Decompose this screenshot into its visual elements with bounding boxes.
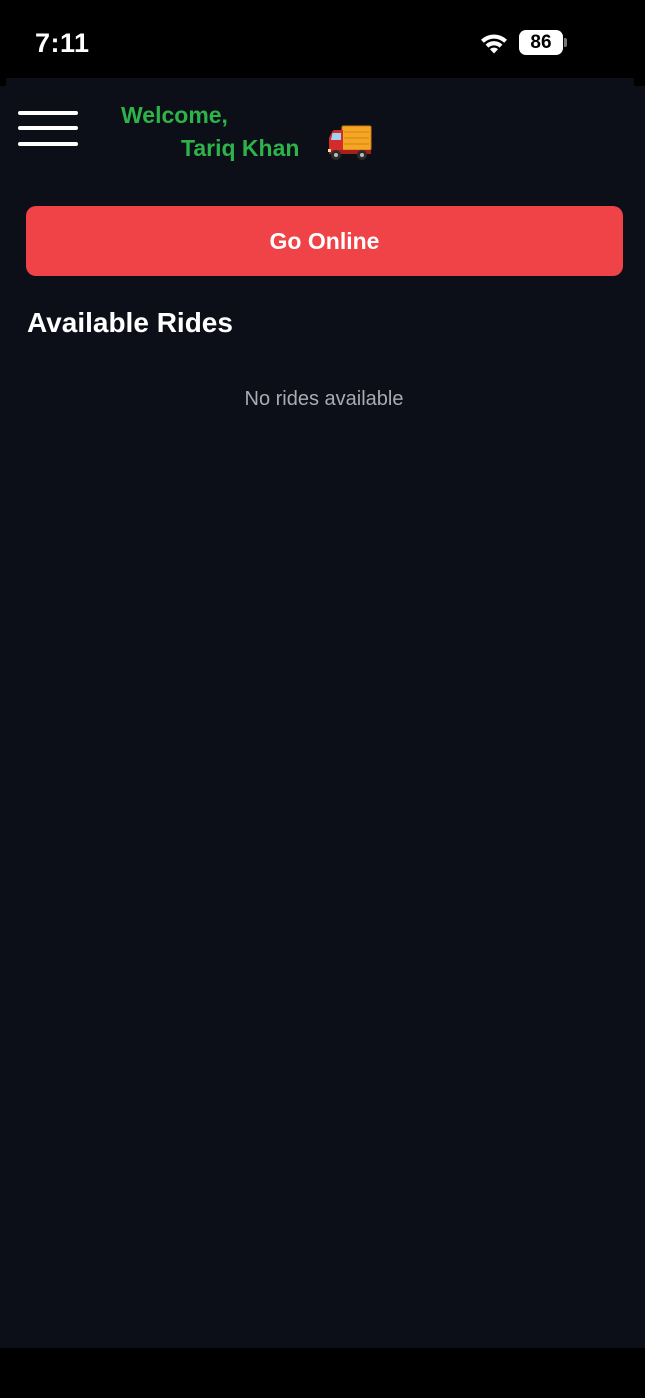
go-online-button[interactable]: Go Online [26,206,623,276]
hamburger-menu-icon[interactable] [18,108,80,148]
available-rides-title: Available Rides [27,307,233,338]
delivery-truck-icon [328,125,372,160]
app-screen: 7:11 86 Welcome, Tariq Khan Go Online Av… [0,0,645,1398]
bottom-safe-area [0,1348,645,1398]
app-content: Welcome, Tariq Khan Go Online Available … [0,78,645,1348]
status-time: 7:11 [35,28,90,58]
battery-indicator: 86 [519,30,563,55]
status-bar: 7:11 86 [0,0,645,78]
header-top-edge [0,78,645,86]
welcome-text: Welcome, [121,102,228,128]
no-rides-message: No rides available [244,388,404,410]
battery-tip [564,38,567,47]
user-name: Tariq Khan [181,135,300,161]
wifi-icon [481,34,507,54]
